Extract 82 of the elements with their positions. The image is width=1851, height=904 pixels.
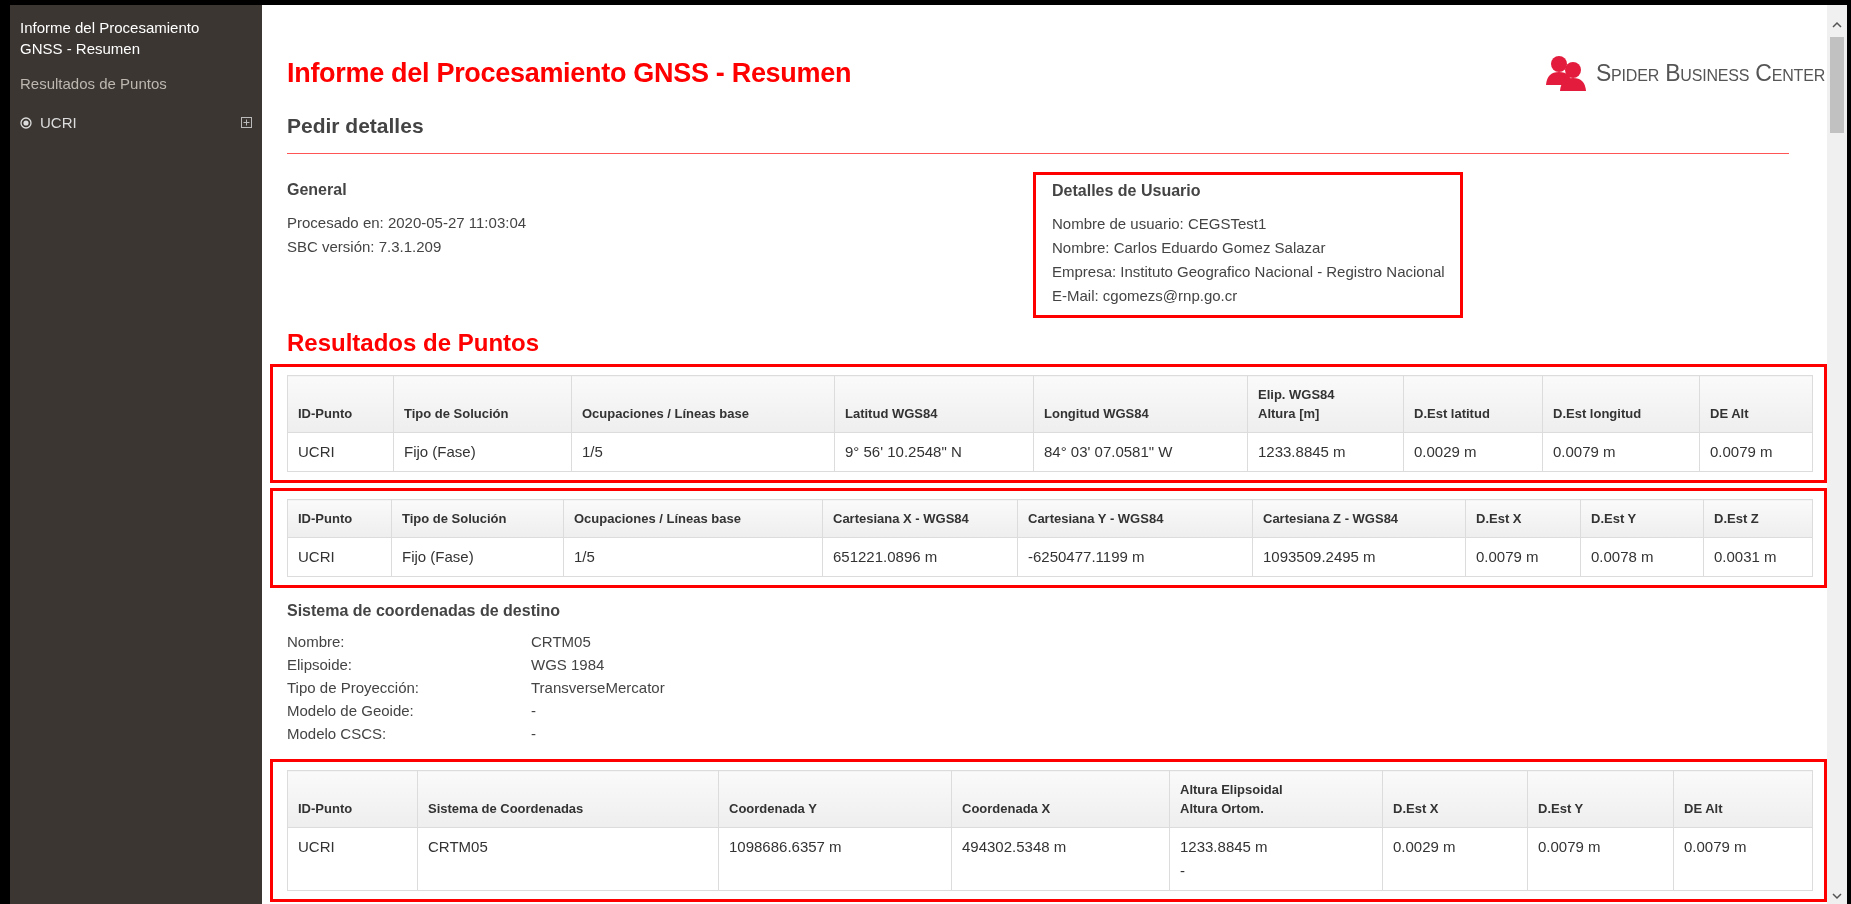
field-value: - [531, 701, 536, 721]
table-cell: -6250477.1199 m [1017, 537, 1253, 577]
expand-icon[interactable] [241, 117, 252, 128]
table-cell: 0.0079 m [1527, 827, 1674, 891]
column-header: Longitud WGS84 [1033, 375, 1248, 433]
sidebar-section-link[interactable]: Resultados de Puntos [20, 75, 252, 92]
report-title: Informe del Procesamiento GNSS - Resumen [287, 57, 852, 89]
people-icon [1545, 55, 1586, 91]
column-header: Sistema de Coordenadas [417, 770, 719, 828]
brand-name: Spider Business Center [1595, 59, 1825, 87]
column-header: DE Alt [1673, 770, 1813, 828]
table-cell: Fijo (Fase) [393, 432, 572, 472]
column-header: Cartesiana X - WGS84 [822, 499, 1018, 538]
info-line: Nombre: Carlos Eduardo Gomez Salazar [1052, 238, 1327, 258]
table-cell: 0.0079 m [1699, 432, 1813, 472]
column-header: Tipo de Solución [391, 499, 564, 538]
sidebar-title: Informe del Procesamiento GNSS - Resumen [20, 18, 201, 59]
subsection-heading: Sistema de coordenadas de destino [287, 602, 561, 620]
table-cell: 0.0029 m [1403, 432, 1543, 472]
table-cell: 0.0079 m [1465, 537, 1581, 577]
column-header: Coordenada Y [718, 770, 952, 828]
table-cell: 1233.8845 m [1247, 432, 1404, 472]
column-header: D.Est Y [1580, 499, 1704, 538]
column-header: D.Est X [1465, 499, 1581, 538]
table-cell: 651221.0896 m [822, 537, 1018, 577]
table-cell: 1098686.6357 m [718, 827, 952, 891]
table-cell: 84° 03' 07.0581" W [1033, 432, 1248, 472]
table-cell: 0.0029 m [1382, 827, 1528, 891]
subsection-heading: Detalles de Usuario [1052, 182, 1202, 200]
column-header: D.Est Z [1703, 499, 1813, 538]
column-header: DE Alt [1699, 375, 1813, 433]
column-header: D.Est latitud [1403, 375, 1543, 433]
section-heading: Pedir detalles [287, 113, 425, 139]
table-cell: 1/5 [563, 537, 823, 577]
sidebar-item[interactable]: UCRI [20, 114, 252, 131]
table-cell: UCRI [287, 537, 392, 577]
column-header: Tipo de Solución [393, 375, 572, 433]
table-cell: 0.0079 m [1542, 432, 1700, 472]
table-cell: 0.0079 m [1673, 827, 1813, 891]
column-header: Latitud WGS84 [834, 375, 1034, 433]
info-line: E-Mail: cgomezs@rnp.go.cr [1052, 286, 1239, 306]
scroll-thumb[interactable] [1830, 37, 1844, 133]
table-cell: UCRI [287, 827, 418, 891]
column-header: ID-Punto [287, 499, 392, 538]
field-label: Elipsoide: [287, 655, 354, 675]
table-cell: 0.0078 m [1580, 537, 1704, 577]
table-cell: 9° 56' 10.2548" N [834, 432, 1034, 472]
field-label: Nombre: [287, 632, 346, 652]
table-cell: CRTM05 [417, 827, 719, 891]
scroll-down-icon[interactable] [1831, 890, 1843, 902]
column-header: Elip. WGS84 Altura [m] [1247, 375, 1404, 433]
table-cell: UCRI [287, 432, 394, 472]
field-value: WGS 1984 [531, 655, 605, 675]
info-line: Procesado en: 2020-05-27 11:03:04 [287, 213, 528, 233]
field-label: Tipo de Proyección: [287, 678, 420, 698]
table-cell: 494302.5348 m [951, 827, 1170, 891]
column-header: Ocupaciones / Líneas base [563, 499, 823, 538]
info-line: Nombre de usuario: CEGSTest1 [1052, 214, 1268, 234]
field-label: Modelo CSCS: [287, 724, 388, 744]
column-header: D.Est X [1382, 770, 1528, 828]
column-header: Coordenada X [951, 770, 1170, 828]
info-line: Empresa: Instituto Geografico Nacional - Registro Nacional [1052, 262, 1445, 282]
column-header: ID-Punto [287, 375, 394, 433]
table-cell: 0.0031 m [1703, 537, 1813, 577]
column-header: Altura Elipsoidal Altura Ortom. [1169, 770, 1383, 828]
field-label: Modelo de Geoide: [287, 701, 415, 721]
section-heading: Resultados de Puntos [287, 328, 541, 358]
column-header: D.Est longitud [1542, 375, 1700, 433]
column-header: ID-Punto [287, 770, 418, 828]
table-cell: 1/5 [571, 432, 835, 472]
table-cell: 1093509.2495 m [1252, 537, 1466, 577]
column-header: Ocupaciones / Líneas base [571, 375, 835, 433]
column-header: Cartesiana Z - WGS84 [1252, 499, 1466, 538]
table-cell: 1233.8845 m - [1169, 827, 1383, 891]
field-value: CRTM05 [531, 632, 591, 652]
field-value: TransverseMercator [531, 678, 665, 698]
table-cell: Fijo (Fase) [391, 537, 564, 577]
column-header: D.Est Y [1527, 770, 1674, 828]
field-value: - [531, 724, 536, 744]
column-header: Cartesiana Y - WGS84 [1017, 499, 1253, 538]
subsection-heading: General [287, 181, 348, 199]
info-line: SBC versión: 7.3.1.209 [287, 237, 443, 257]
